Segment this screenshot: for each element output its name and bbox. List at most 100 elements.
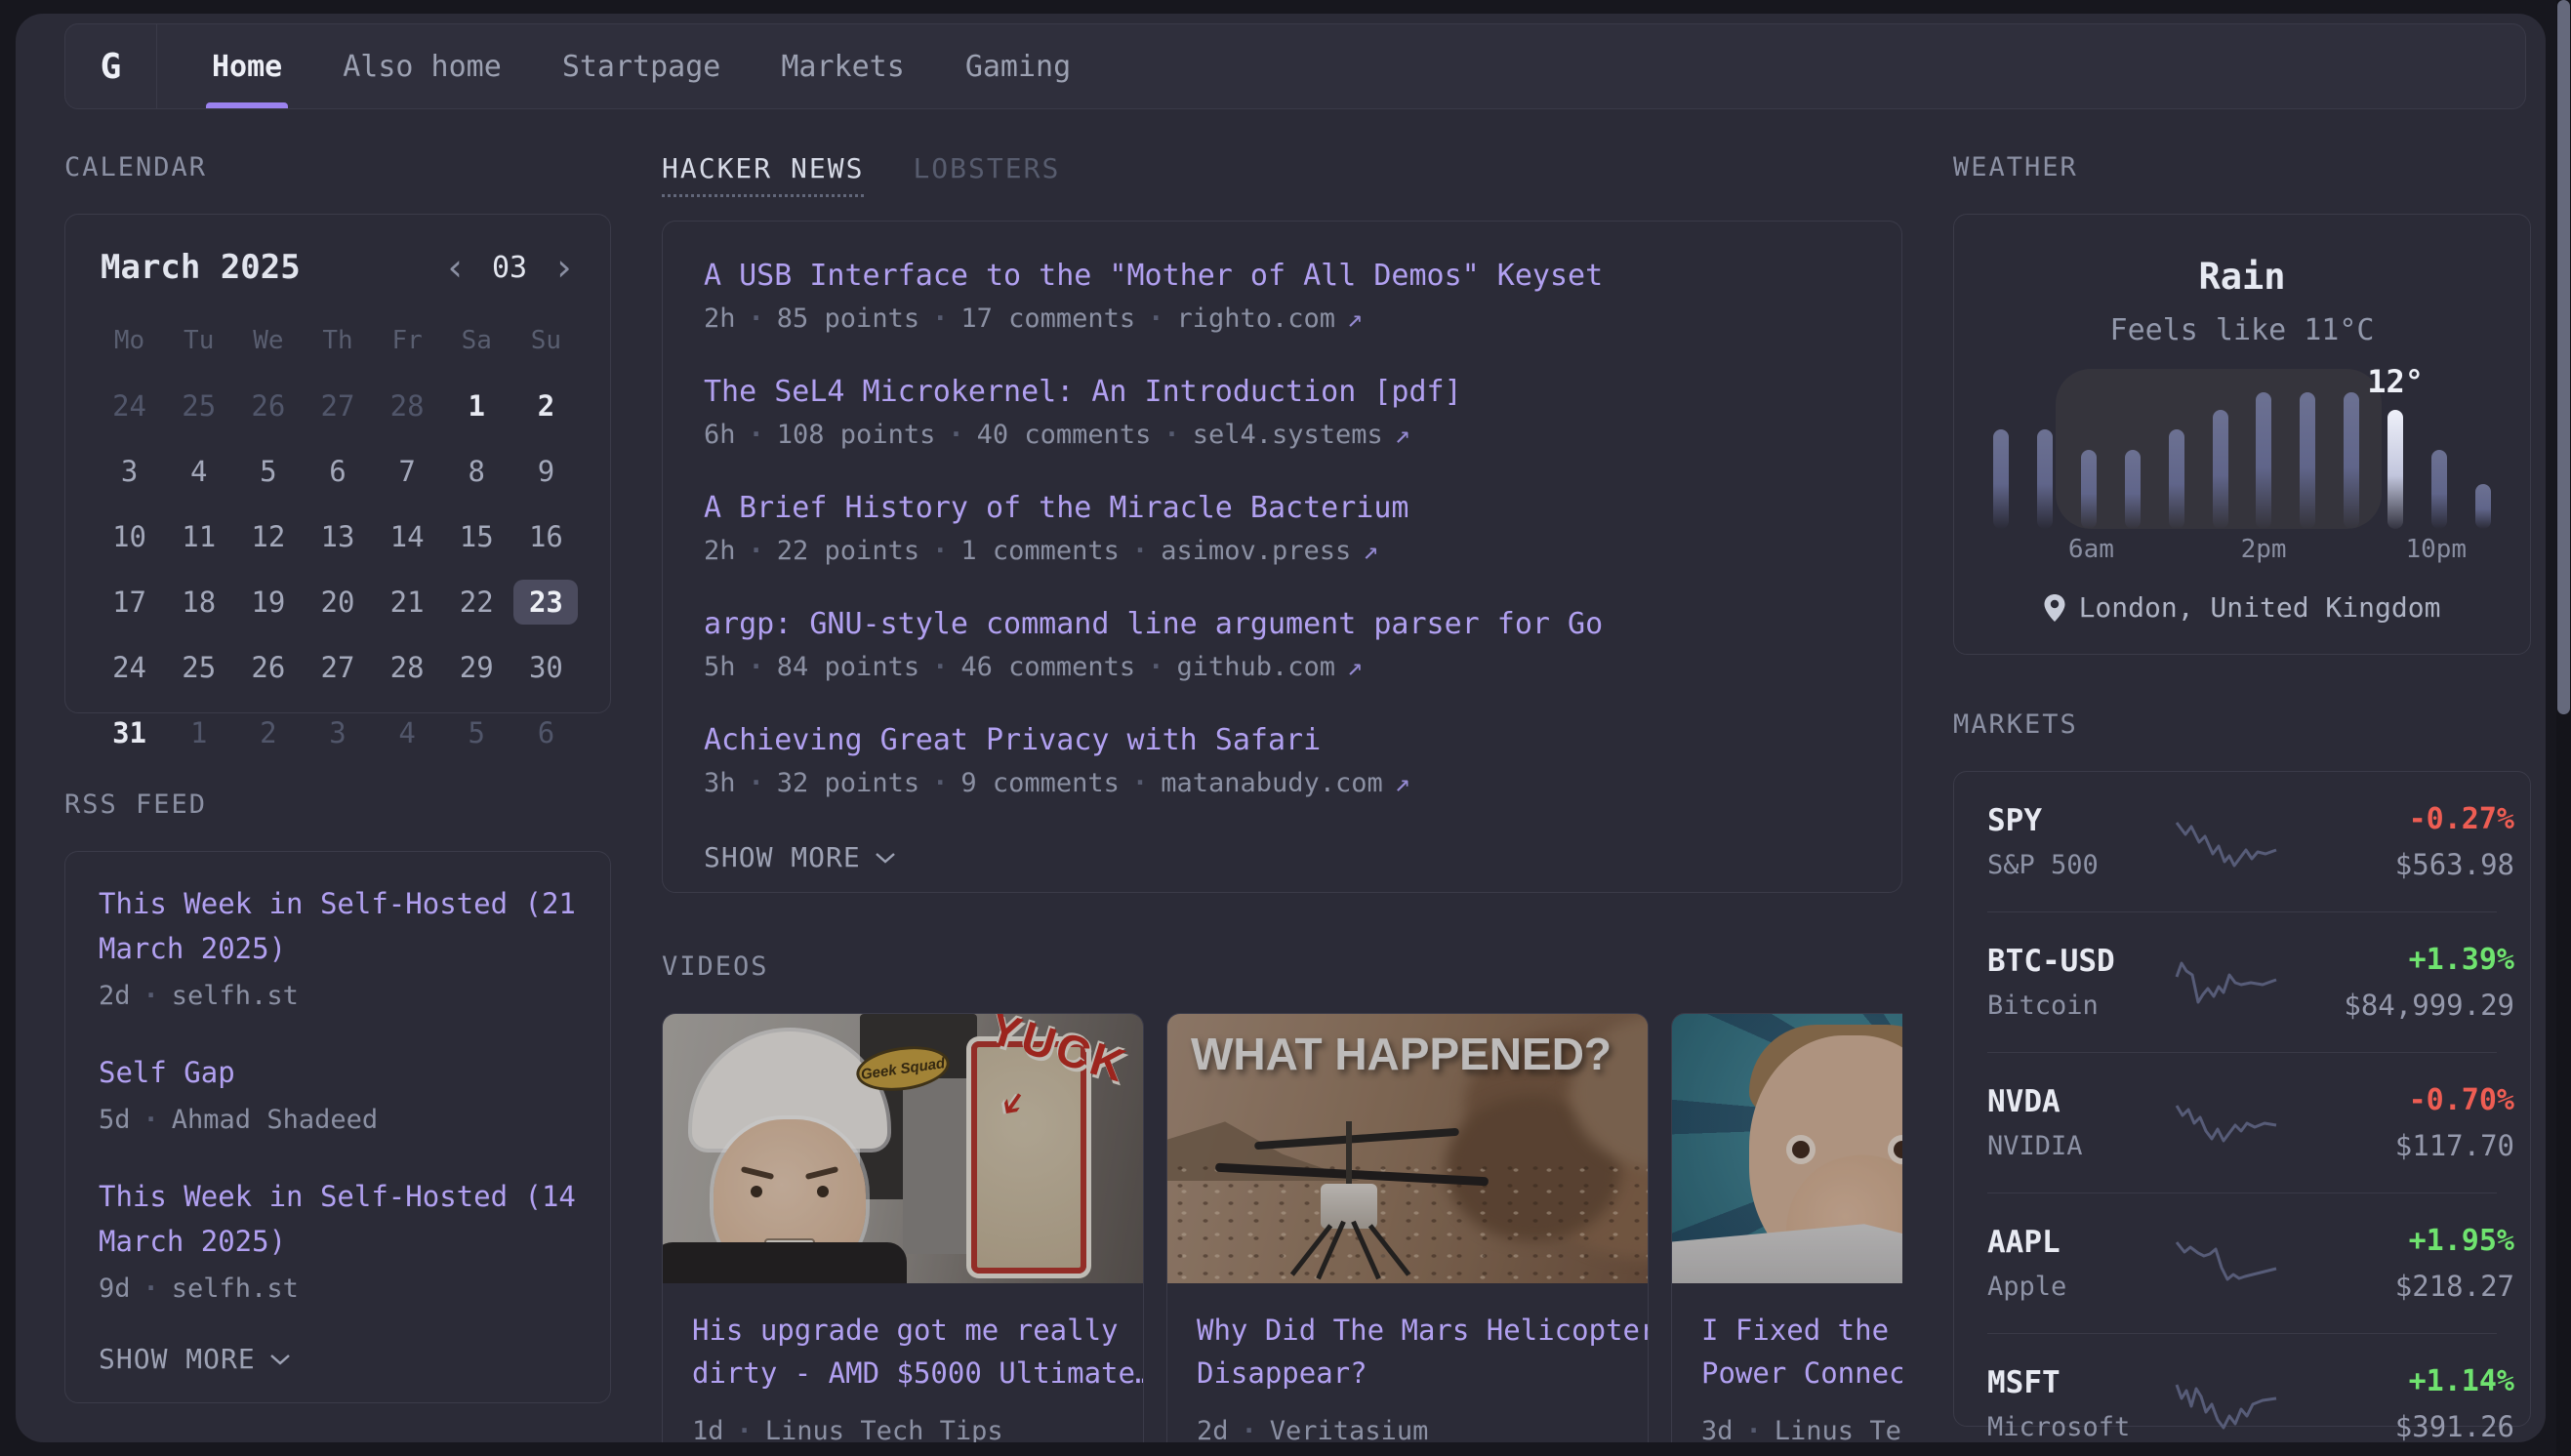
location-pin-icon [2044, 594, 2065, 622]
video-card[interactable]: Geek SquadYUCK➔His upgrade got me really… [662, 1013, 1144, 1442]
calendar-day: 29 [444, 645, 509, 690]
video-card-body: Why Did The Mars HelicopterDisappear? 2d·… [1167, 1283, 1648, 1442]
market-price: $391.26 [2280, 1410, 2514, 1442]
rss-show-more-label: SHOW MORE [99, 1343, 256, 1375]
market-quote-block: +1.14%$391.26 [2280, 1364, 2514, 1442]
dashboard-page: G HomeAlso homeStartpageMarketsGaming CA… [16, 14, 2546, 1442]
news-tab-lobsters[interactable]: LOBSTERS [913, 152, 1060, 194]
market-symbol-block: AAPLApple [1987, 1225, 2173, 1302]
meta-separator-dot: · [1242, 1416, 1257, 1442]
calendar-day: 26 [236, 384, 301, 428]
rss-widget-label: RSS FEED [64, 789, 611, 820]
rss-item-title[interactable]: Self Gap [99, 1050, 577, 1095]
rss-item-age: 9d [99, 1274, 131, 1304]
rss-item-title[interactable]: This Week in Self-Hosted (21 March 2025) [99, 881, 577, 971]
meta-separator-dot: · [1132, 768, 1148, 798]
calendar-day: 11 [167, 514, 231, 559]
story-source-link[interactable]: asimov.press↗ [1161, 536, 1378, 566]
video-card[interactable]: DOTHTI Fixed the 5Power Connect3d·Linus … [1671, 1013, 1902, 1442]
weather-hour-bar [2213, 410, 2228, 529]
rss-item-source: selfh.st [172, 981, 299, 1011]
rss-show-more-button[interactable]: SHOW MORE [99, 1343, 577, 1375]
thumbnail-art-hair [1749, 1025, 1902, 1112]
market-row-msft[interactable]: MSFTMicrosoft+1.14%$391.26 [1987, 1333, 2497, 1442]
weather-hour-bar [2037, 429, 2053, 529]
news-story: A USB Interface to the "Mother of All De… [704, 259, 1860, 334]
thumbnail-text-yuck: YUCK [983, 1014, 1134, 1093]
chevron-down-icon [875, 851, 896, 865]
rss-card: This Week in Self-Hosted (21 March 2025)… [64, 851, 611, 1403]
thumbnail-art-eyebrow [741, 1166, 774, 1180]
news-show-more-button[interactable]: SHOW MORE [704, 841, 1860, 873]
video-title[interactable]: Why Did The Mars HelicopterDisappear? [1197, 1309, 1618, 1395]
news-story: The SeL4 Microkernel: An Introduction [p… [704, 375, 1860, 450]
thumbnail-art-leg [1351, 1221, 1381, 1280]
calendar-day: 21 [375, 580, 439, 625]
story-comments[interactable]: 46 comments [960, 652, 1135, 682]
market-ticker: AAPL [1987, 1225, 2173, 1260]
story-title[interactable]: argp: GNU-style command line argument pa… [704, 607, 1860, 642]
video-meta: 1d·Linus Tech Tips [692, 1416, 1114, 1442]
video-title[interactable]: I Fixed the 5Power Connect [1701, 1309, 1902, 1395]
story-title[interactable]: A Brief History of the Miracle Bacterium [704, 491, 1860, 526]
thumbnail-art-geek-squad-badge: Geek Squad [853, 1041, 952, 1097]
market-price: $84,999.29 [2280, 989, 2514, 1022]
story-source-link[interactable]: github.com↗ [1176, 652, 1363, 682]
nav-tab-home[interactable]: Home [212, 24, 282, 108]
story-source-link[interactable]: matanabudy.com↗ [1161, 768, 1410, 798]
news-tabs: HACKER NEWS LOBSTERS [662, 152, 1902, 213]
thumbnail-art-dust-filter [971, 1041, 1086, 1274]
video-age: 1d [692, 1416, 724, 1442]
market-sparkline [2173, 813, 2280, 871]
market-row-nvda[interactable]: NVDANVIDIA-0.70%$117.70 [1987, 1052, 2497, 1193]
meta-separator-dot: · [143, 1274, 159, 1304]
story-comments[interactable]: 9 comments [960, 768, 1120, 798]
video-thumbnail: Geek SquadYUCK➔ [663, 1014, 1143, 1283]
app-logo[interactable]: G [65, 24, 157, 108]
market-row-aapl[interactable]: AAPLApple+1.95%$218.27 [1987, 1193, 2497, 1333]
video-title-line: His upgrade got me really [692, 1309, 1114, 1352]
story-source-link[interactable]: sel4.systems↗ [1193, 420, 1410, 450]
calendar-day-selected: 23 [513, 580, 578, 625]
video-meta: 2d·Veritasium [1197, 1416, 1618, 1442]
video-card-body: His upgrade got me reallydirty - AMD $50… [663, 1283, 1143, 1442]
story-comments[interactable]: 40 comments [977, 420, 1152, 450]
calendar-month-title: March 2025 [101, 248, 301, 287]
calendar-day: 31 [98, 710, 162, 755]
video-card[interactable]: WHAT HAPPENED?Why Did The Mars Helicopte… [1166, 1013, 1649, 1442]
nav-tab-also-home[interactable]: Also home [343, 24, 502, 108]
nav-tab-startpage[interactable]: Startpage [562, 24, 721, 108]
calendar-prev-icon[interactable]: ‹ [444, 249, 467, 286]
market-ticker: MSFT [1987, 1365, 2173, 1400]
meta-separator-dot: · [749, 420, 764, 450]
video-title[interactable]: His upgrade got me reallydirty - AMD $50… [692, 1309, 1114, 1395]
calendar-day: 24 [98, 645, 162, 690]
videos-row: Geek SquadYUCK➔His upgrade got me really… [662, 1013, 1902, 1442]
calendar-weekday: Tu [184, 326, 214, 355]
story-comments[interactable]: 17 comments [960, 303, 1135, 334]
story-title[interactable]: The SeL4 Microkernel: An Introduction [p… [704, 375, 1860, 410]
video-card-body: I Fixed the 5Power Connect3d·Linus Tech … [1672, 1283, 1902, 1442]
rss-item-meta: 9d·selfh.st [99, 1274, 577, 1304]
calendar-grid: MoTuWeThFrSaSu24252627281234567891011121… [95, 326, 581, 755]
thumbnail-art-rotor [1254, 1128, 1459, 1151]
nav-tab-markets[interactable]: Markets [781, 24, 904, 108]
weather-hour-labels: 6am2pm10pm [1983, 535, 2501, 566]
weather-current-temp-label: 12° [2367, 363, 2424, 400]
market-row-btc-usd[interactable]: BTC-USDBitcoin+1.39%$84,999.29 [1987, 911, 2497, 1052]
nav-tab-gaming[interactable]: Gaming [965, 24, 1071, 108]
story-title[interactable]: A USB Interface to the "Mother of All De… [704, 259, 1860, 294]
story-source-link[interactable]: righto.com↗ [1176, 303, 1363, 334]
story-comments[interactable]: 1 comments [960, 536, 1120, 566]
market-symbol-block: SPYS&P 500 [1987, 803, 2173, 880]
news-tab-hacker-news[interactable]: HACKER NEWS [662, 152, 864, 197]
market-row-spy[interactable]: SPYS&P 500-0.27%$563.98 [1987, 772, 2497, 911]
calendar-day: 19 [236, 580, 301, 625]
calendar-day: 4 [167, 449, 231, 494]
story-title[interactable]: Achieving Great Privacy with Safari [704, 723, 1860, 758]
calendar-next-icon[interactable]: › [552, 249, 575, 286]
calendar-day: 18 [167, 580, 231, 625]
market-change-percent: -0.27% [2280, 802, 2514, 836]
scrollbar-thumb[interactable] [2557, 0, 2570, 714]
rss-item-title[interactable]: This Week in Self-Hosted (14 March 2025) [99, 1174, 577, 1264]
